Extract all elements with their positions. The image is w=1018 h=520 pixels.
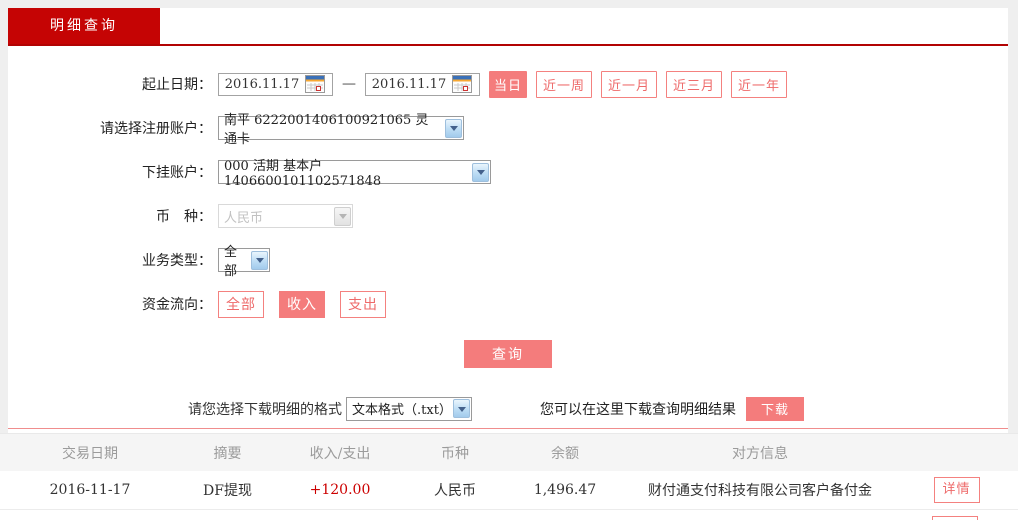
date-range-label: 起止日期： (142, 77, 212, 93)
download-button[interactable]: 下载 (746, 396, 804, 421)
header-summary: 摘要 (213, 445, 242, 462)
table-row-partial (0, 510, 1018, 520)
query-form-panel: 起止日期： — (8, 46, 1008, 433)
query-button[interactable]: 查询 (464, 340, 552, 368)
currency-value: 人民币 (224, 210, 264, 226)
business-type-row: 业务类型： 全部 (8, 245, 1008, 279)
range-last-week-button[interactable]: 近一周 (536, 70, 593, 98)
header-counterparty: 对方信息 (732, 445, 788, 462)
range-3-months-button[interactable]: 近三月 (666, 70, 723, 98)
detail-button[interactable]: 详情 (933, 477, 980, 503)
detail-button[interactable] (932, 516, 978, 520)
cell-summary: DF提现 (203, 483, 252, 499)
cell-currency: 人民币 (434, 483, 476, 499)
cell-counterparty: 财付通支付科技有限公司客户备付金 (648, 483, 872, 499)
currency-label: 币 种： (156, 209, 212, 225)
table-header-row: 交易日期 摘要 收入/支出 币种 余额 对方信息 (0, 433, 1018, 471)
fund-flow-expense-button[interactable]: 支出 (340, 290, 386, 318)
cell-amount: +120.00 (309, 482, 371, 498)
business-type-value: 全部 (224, 245, 238, 279)
end-date-field[interactable] (365, 72, 480, 96)
download-format-value: 文本格式（.txt） (352, 403, 452, 418)
section-divider (8, 428, 1008, 429)
business-type-select[interactable]: 全部 (218, 245, 270, 279)
start-date-input[interactable] (219, 74, 305, 94)
business-type-label: 业务类型： (142, 253, 212, 269)
fund-flow-all-button[interactable]: 全部 (218, 290, 264, 318)
chevron-down-icon[interactable] (251, 250, 268, 270)
cell-action: 详情 (895, 477, 1018, 503)
end-date-input[interactable] (366, 74, 452, 94)
chevron-down-icon[interactable] (472, 162, 489, 182)
download-hint: 您可以在这里下载查询明细结果 (540, 401, 736, 418)
sub-account-select[interactable]: 000 活期 基本户 1406600101102571848 (218, 159, 491, 189)
currency-select: 人民币 (218, 204, 353, 228)
register-account-value: 南平 6222001406100921065 灵通卡 (224, 113, 429, 147)
currency-row: 币 种： 人民币 (8, 202, 1008, 230)
header-date: 交易日期 (62, 445, 118, 462)
header-currency: 币种 (441, 445, 469, 462)
register-account-label: 请选择注册账户： (100, 121, 212, 137)
header-amount: 收入/支出 (309, 445, 371, 462)
sub-account-row: 下挂账户： 000 活期 基本户 1406600101102571848 (8, 158, 1008, 189)
sub-account-label: 下挂账户： (142, 165, 212, 181)
cell-balance: 1,496.47 (533, 482, 597, 498)
query-button-row: 查询 (8, 340, 1008, 368)
detail-query-page: 明细查询 起止日期： — (0, 0, 1018, 520)
results-table: 交易日期 摘要 收入/支出 币种 余额 对方信息 2016-11-17 DF提现… (0, 433, 1018, 520)
calendar-icon[interactable] (305, 75, 325, 93)
download-format-select[interactable]: 文本格式（.txt） (346, 396, 472, 421)
header-balance: 余额 (551, 445, 579, 462)
range-last-year-button[interactable]: 近一年 (731, 70, 788, 98)
range-today-button[interactable]: 当日 (489, 70, 527, 98)
register-account-select[interactable]: 南平 6222001406100921065 灵通卡 (218, 113, 464, 147)
fund-flow-label: 资金流向： (142, 297, 212, 313)
download-format-label: 请您选择下载明细的格式 (188, 401, 342, 418)
chevron-down-icon[interactable] (445, 118, 462, 138)
calendar-icon[interactable] (452, 75, 472, 93)
chevron-down-icon (334, 206, 351, 226)
sub-account-value: 000 活期 基本户 1406600101102571848 (224, 159, 382, 189)
tab-bar: 明细查询 (8, 8, 1008, 44)
table-row: 2016-11-17 DF提现 +120.00 人民币 1,496.47 财付通… (0, 471, 1018, 510)
download-row: 请您选择下载明细的格式 文本格式（.txt） 您可以在这里下载查询明细结果 下载 (8, 396, 1008, 421)
start-date-field[interactable] (218, 72, 333, 96)
fund-flow-row: 资金流向： 全部 收入 支出 (8, 290, 1008, 318)
tab-detail-query[interactable]: 明细查询 (8, 8, 160, 44)
range-last-month-button[interactable]: 近一月 (601, 70, 658, 98)
date-separator: — (342, 76, 356, 92)
register-account-row: 请选择注册账户： 南平 6222001406100921065 灵通卡 (8, 113, 1008, 147)
chevron-down-icon[interactable] (453, 399, 470, 418)
date-range-row: 起止日期： — (8, 70, 1008, 98)
fund-flow-income-button[interactable]: 收入 (279, 290, 325, 318)
cell-date: 2016-11-17 (49, 482, 131, 498)
